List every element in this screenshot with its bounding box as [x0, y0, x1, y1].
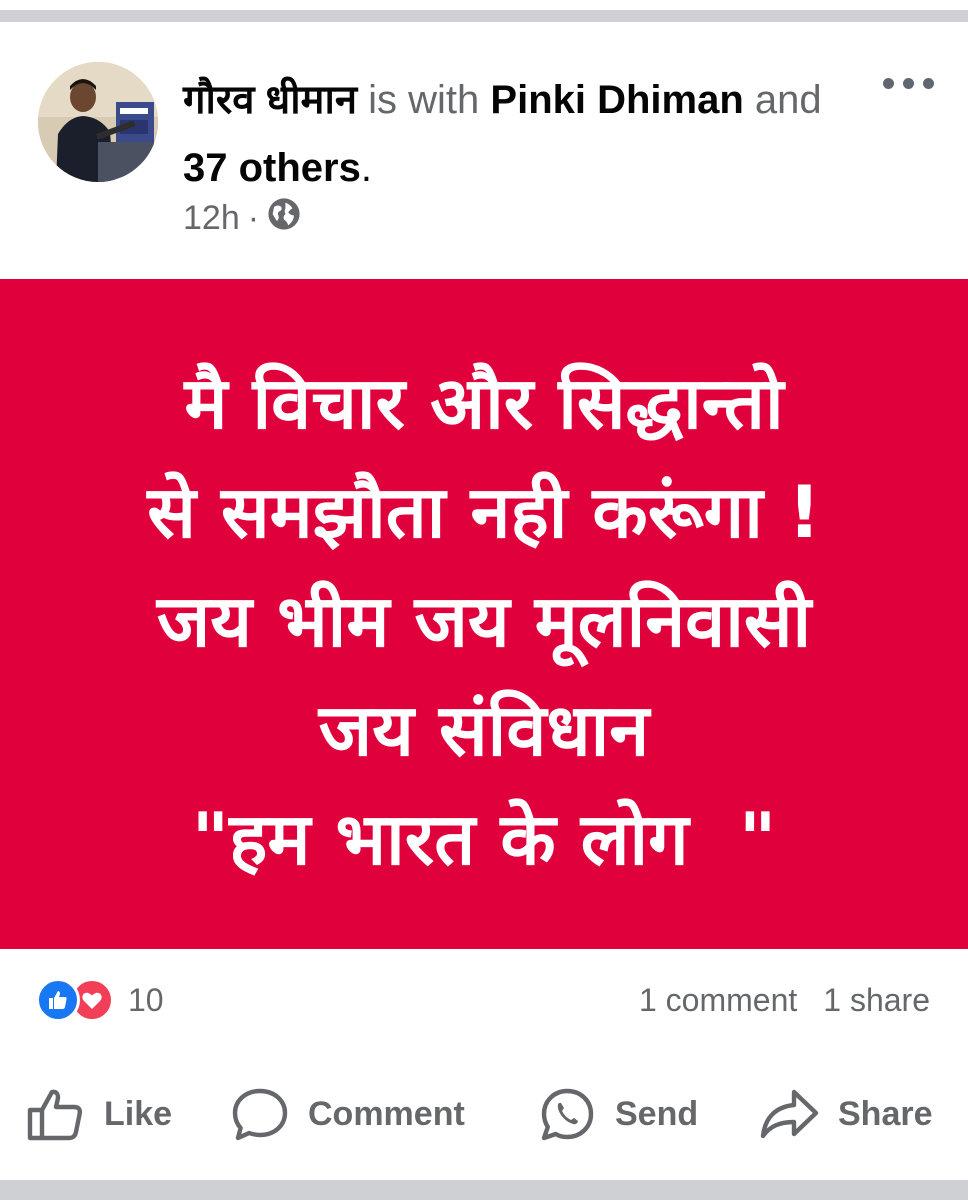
feed-divider-bottom: [0, 1180, 968, 1200]
tagged-person-name[interactable]: Pinki Dhiman: [490, 78, 743, 122]
like-reaction-icon: [36, 978, 80, 1022]
author-name[interactable]: गौरव धीमान: [183, 78, 357, 122]
like-button[interactable]: Like: [26, 1084, 172, 1144]
like-label: Like: [104, 1094, 173, 1133]
share-label: Share: [838, 1094, 933, 1133]
meta-separator: ·: [247, 198, 260, 237]
share-button[interactable]: Share: [758, 1084, 933, 1144]
post-image[interactable]: मै विचार और सिद्धान्तो से समझौता नही करू…: [0, 279, 968, 949]
image-text-line: जय भीम जय मूलनिवासी: [156, 579, 812, 663]
post-action-bar: Like Comment Send Share: [0, 1084, 968, 1144]
share-arrow-icon: [758, 1086, 820, 1142]
feed-divider-top: [0, 0, 968, 22]
image-quote-text: मै विचार और सिद्धान्तो से समझौता नही करू…: [0, 349, 968, 894]
image-text-line: "हम भारत के लोग ": [191, 797, 777, 881]
with-text: is with: [357, 78, 491, 122]
globe-icon[interactable]: [267, 197, 301, 240]
send-label: Send: [615, 1094, 699, 1133]
tagged-others-link[interactable]: 37 others: [183, 146, 361, 190]
and-text: and: [743, 78, 822, 122]
thumbs-up-icon: [26, 1086, 86, 1142]
post-header-text: गौरव धीमान is with Pinki Dhiman and 37 o…: [183, 66, 823, 202]
more-options-icon[interactable]: [876, 68, 940, 98]
image-text-line: से समझौता नही करूंगा !: [147, 470, 821, 554]
post-timestamp[interactable]: 12h: [183, 199, 240, 238]
image-text-line: मै विचार और सिद्धान्तो: [184, 361, 784, 445]
avatar-photo: [38, 62, 158, 182]
comment-bubble-icon: [230, 1086, 290, 1142]
reaction-count: 10: [128, 981, 164, 1018]
comment-button[interactable]: Comment: [230, 1084, 465, 1144]
share-count-link[interactable]: 1 share: [823, 982, 930, 1019]
header-period: .: [360, 146, 372, 190]
engagement-counts: 1 comment 1 share: [639, 977, 930, 1023]
post-meta: 12h ·: [183, 197, 301, 240]
feed-post: गौरव धीमान is with Pinki Dhiman and 37 o…: [0, 22, 968, 1180]
send-button[interactable]: Send: [537, 1084, 698, 1144]
reactions-summary[interactable]: 10: [36, 977, 164, 1023]
comment-label: Comment: [308, 1094, 465, 1133]
image-text-line: जय संविधान: [318, 688, 650, 772]
comment-count-link[interactable]: 1 comment: [639, 982, 797, 1019]
whatsapp-icon: [537, 1086, 597, 1142]
author-avatar[interactable]: [38, 62, 158, 182]
